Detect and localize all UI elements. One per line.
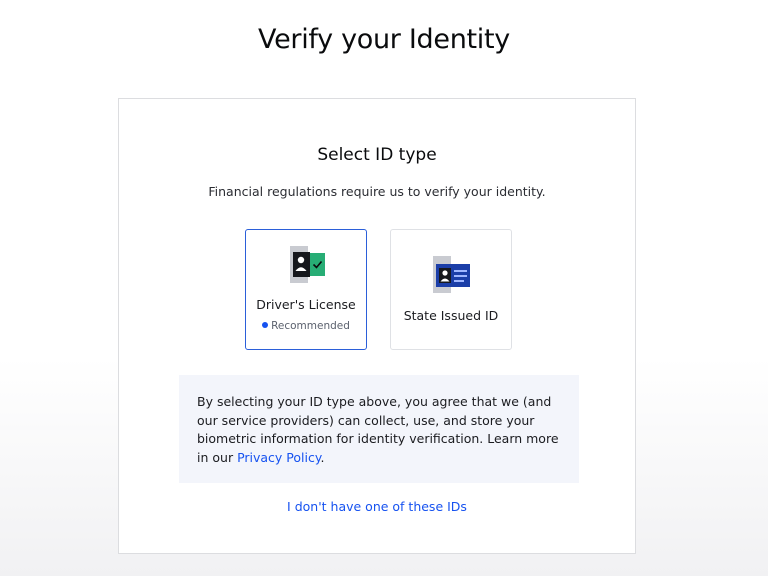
option-state-issued-id[interactable]: State Issued ID (390, 229, 512, 350)
page-title: Verify your Identity (258, 24, 510, 55)
id-type-card: Select ID type Financial regulations req… (118, 98, 636, 554)
drivers-license-icon (288, 246, 328, 284)
card-title: Select ID type (317, 145, 437, 165)
option-label: State Issued ID (403, 308, 499, 323)
option-label: Driver's License (256, 297, 356, 312)
privacy-policy-link[interactable]: Privacy Policy (237, 450, 320, 465)
no-id-link[interactable]: I don't have one of these IDs (119, 499, 635, 514)
option-drivers-license[interactable]: Driver's License Recommended (245, 229, 367, 350)
consent-notice: By selecting your ID type above, you agr… (179, 375, 579, 483)
state-id-card-icon (431, 256, 473, 294)
recommended-dot-icon (262, 322, 269, 328)
card-subtitle: Financial regulations require us to veri… (208, 184, 546, 199)
consent-end: . (320, 449, 325, 465)
recommended-badge: Recommended (246, 320, 366, 332)
recommended-label: Recommended (271, 320, 350, 332)
